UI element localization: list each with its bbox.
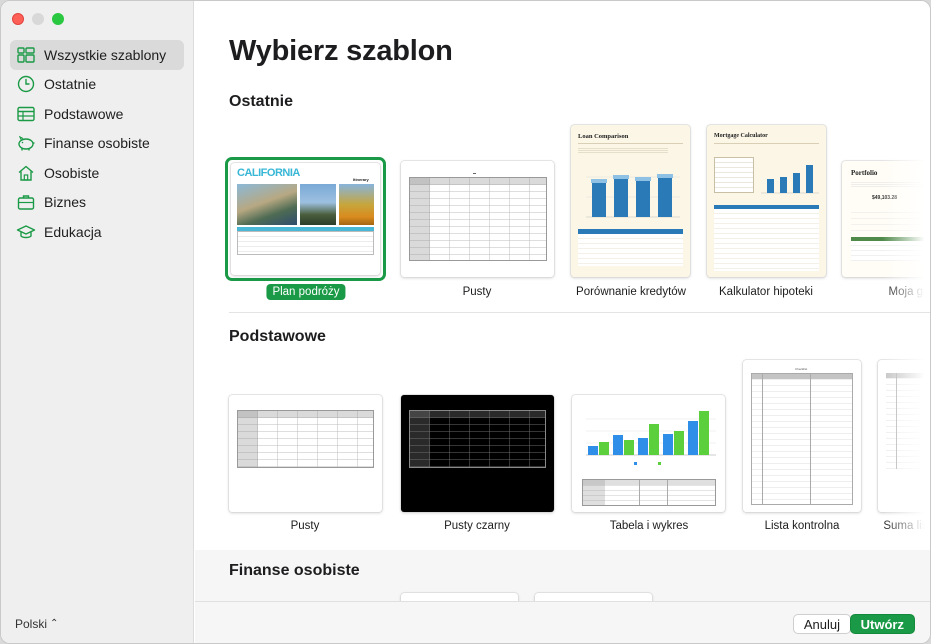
sidebar-item-label: Finanse osobiste <box>44 135 150 152</box>
sidebar-item-label: Ostatnie <box>44 76 97 93</box>
sidebar-item-personal-finance[interactable]: Finanse osobiste <box>10 129 184 159</box>
bottom-action-bar: Anuluj Utwórz <box>195 601 930 643</box>
close-window-button[interactable] <box>12 13 24 25</box>
checklist-table <box>751 373 853 505</box>
window-controls <box>12 13 64 25</box>
sidebar-item-label: Wszystkie szablony <box>44 46 167 63</box>
thumb-value: $49,103.28 <box>872 195 898 201</box>
template-thumb-portfolio[interactable]: Portfolio $49,103.28 <box>842 161 930 277</box>
piggy-bank-icon <box>16 133 36 153</box>
template-thumb-checklist[interactable]: Checklist <box>743 360 861 512</box>
template-thumb-finance-1[interactable] <box>401 593 518 601</box>
thumb-title: Portfolio <box>851 169 878 177</box>
template-thumb-blank-black[interactable] <box>401 395 554 512</box>
template-thumb-mortgage-calculator[interactable]: Mortgage Calculator <box>707 125 826 277</box>
mortgage-bar-chart <box>761 165 819 194</box>
thumb-title: Loan Comparison <box>578 133 629 140</box>
template-thumb-loan-comparison[interactable]: Loan Comparison <box>571 125 690 277</box>
lighthouse-photo <box>300 184 336 225</box>
language-selector[interactable]: Polski ⌃ <box>15 617 58 631</box>
blank-table <box>409 177 547 261</box>
sidebar-item-business[interactable]: Biznes <box>10 188 184 218</box>
template-label: Pusty czarny <box>444 520 510 532</box>
template-thumb-blank[interactable]: ▬ <box>401 161 554 277</box>
sidebar-item-personal[interactable]: Osobiste <box>10 158 184 188</box>
up-down-chevron-icon: ⌃ <box>50 618 59 629</box>
template-label: Plan podróży <box>266 284 346 300</box>
create-button[interactable]: Utwórz <box>849 614 915 634</box>
sample-bar-chart <box>586 411 716 465</box>
blank-black-table <box>409 410 546 468</box>
sidebar-item-label: Biznes <box>44 194 87 211</box>
checklist-total-table <box>886 373 930 469</box>
sidebar-item-all-templates[interactable]: Wszystkie szablony <box>10 40 184 70</box>
template-label: Pusty <box>290 520 320 532</box>
template-label: Lista kontrolna <box>764 520 840 532</box>
sidebar-item-education[interactable]: Edukacja <box>10 217 184 247</box>
thumb-title: CALIFORNIA <box>237 167 300 179</box>
template-thumb-checklist-total[interactable] <box>878 360 930 512</box>
cancel-button[interactable]: Anuluj <box>792 614 851 634</box>
loan-bar-chart <box>586 174 680 218</box>
section-title-basic: Podstawowe <box>229 328 326 345</box>
template-thumb-finance-2[interactable] <box>535 593 652 601</box>
sidebar-item-basic[interactable]: Podstawowe <box>10 99 184 129</box>
blank-table <box>237 410 374 468</box>
template-label: Pusty <box>462 286 492 298</box>
language-label: Polski <box>15 617 48 631</box>
coast-photo <box>237 184 297 225</box>
section-title-personal-finance: Finanse osobiste <box>229 562 360 579</box>
thumb-title: Checklist <box>795 367 808 371</box>
sidebar-item-label: Podstawowe <box>44 105 124 122</box>
template-thumb-blank-basic[interactable] <box>229 395 382 512</box>
sidebar-category-list: Wszystkie szablony Ostatnie Podstawowe F… <box>10 40 184 247</box>
zoom-window-button[interactable] <box>52 13 64 25</box>
house-icon <box>16 163 36 183</box>
briefcase-icon <box>16 192 36 212</box>
template-label: Suma list <box>883 520 931 532</box>
template-chooser-window: Wszystkie szablony Ostatnie Podstawowe F… <box>0 0 931 644</box>
clock-icon <box>16 74 36 94</box>
templates-grid-icon <box>16 45 36 65</box>
graduation-cap-icon <box>16 222 36 242</box>
thumb-title: Mortgage Calculator <box>714 133 768 139</box>
template-thumb-table-and-chart[interactable] <box>572 395 725 512</box>
sidebar-item-label: Edukacja <box>44 223 102 240</box>
table-icon <box>16 104 36 124</box>
section-title-recent: Ostatnie <box>229 93 294 110</box>
thumb-subtitle: Itinerary <box>353 177 369 182</box>
sidebar-item-recent[interactable]: Ostatnie <box>10 70 184 100</box>
poppies-photo <box>339 184 374 225</box>
itinerary-table <box>237 231 374 255</box>
section-divider <box>229 312 930 313</box>
template-label: Porównanie kredytów <box>576 286 686 298</box>
sample-table <box>582 479 716 506</box>
minimize-window-button[interactable] <box>32 13 44 25</box>
sidebar-item-label: Osobiste <box>44 164 100 181</box>
template-label: Tabela i wykres <box>609 520 689 532</box>
template-label: Moja ga <box>888 286 930 298</box>
template-label: Kalkulator hipoteki <box>719 286 813 298</box>
template-gallery: Wybierz szablon Ostatnie CALIFORNIA Itin… <box>195 1 931 601</box>
thumb-table-title: ▬ <box>473 171 476 175</box>
template-thumb-travel-plan[interactable]: CALIFORNIA Itinerary <box>231 163 380 275</box>
sidebar: Wszystkie szablony Ostatnie Podstawowe F… <box>1 1 194 643</box>
page-title: Wybierz szablon <box>229 35 453 67</box>
